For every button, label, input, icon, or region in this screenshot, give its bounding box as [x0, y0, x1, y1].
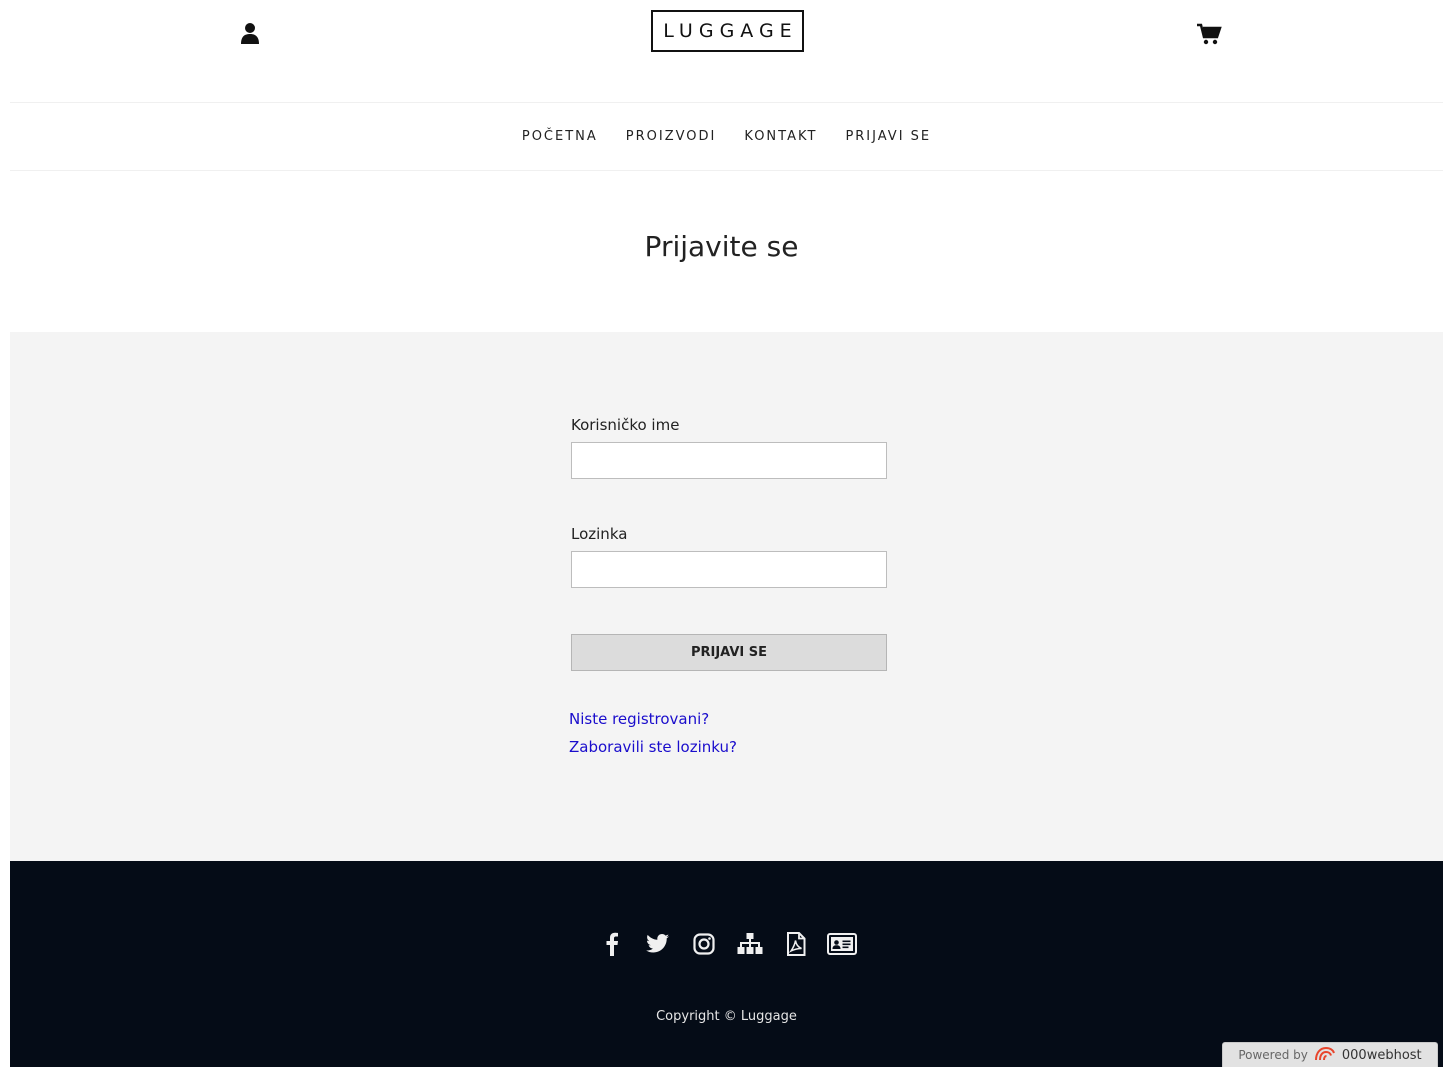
password-group: Lozinka [571, 525, 887, 588]
site-logo[interactable]: LUGGAGE [651, 10, 804, 52]
password-input[interactable] [571, 551, 887, 588]
forgot-password-link[interactable]: Zaboravili ste lozinku? [569, 733, 887, 761]
top-bar: LUGGAGE [0, 0, 1443, 102]
username-group: Korisničko ime [571, 416, 887, 479]
webhost-logo-icon [1314, 1046, 1336, 1065]
powered-by-text: Powered by [1238, 1048, 1308, 1062]
id-card-icon[interactable] [826, 931, 858, 957]
powered-by-badge[interactable]: Powered by 000webhost [1222, 1042, 1438, 1067]
copyright-text: Copyright © Luggage [656, 1009, 797, 1024]
login-button[interactable]: PRIJAVI SE [571, 634, 887, 671]
footer: Copyright © Luggage [10, 861, 1443, 1067]
nav-item-pocetna[interactable]: POČETNA [522, 129, 598, 144]
main-nav: POČETNA PROIZVODI KONTAKT PRIJAVI SE [10, 102, 1443, 171]
instagram-icon[interactable] [688, 931, 720, 957]
nav-item-kontakt[interactable]: KONTAKT [744, 129, 817, 144]
cart-icon[interactable] [1196, 22, 1222, 46]
username-label: Korisničko ime [571, 416, 680, 434]
webhost-brand-text: 000webhost [1341, 1047, 1422, 1063]
auth-links: Niste registrovani? Zaboravili ste lozin… [569, 705, 887, 761]
username-input[interactable] [571, 442, 887, 479]
user-icon[interactable] [238, 21, 262, 45]
login-form: Korisničko ime Lozinka PRIJAVI SE Niste … [569, 416, 887, 761]
sitemap-icon[interactable] [734, 931, 766, 957]
register-link[interactable]: Niste registrovani? [569, 705, 887, 733]
facebook-icon[interactable] [596, 931, 628, 957]
pdf-icon[interactable] [780, 931, 812, 957]
login-section: Korisničko ime Lozinka PRIJAVI SE Niste … [10, 332, 1443, 861]
password-label: Lozinka [571, 525, 628, 543]
twitter-icon[interactable] [642, 931, 674, 957]
nav-item-prijavi-se[interactable]: PRIJAVI SE [845, 129, 931, 144]
page-title: Prijavite se [644, 230, 799, 263]
social-links [10, 931, 1443, 957]
nav-item-proizvodi[interactable]: PROIZVODI [626, 129, 717, 144]
